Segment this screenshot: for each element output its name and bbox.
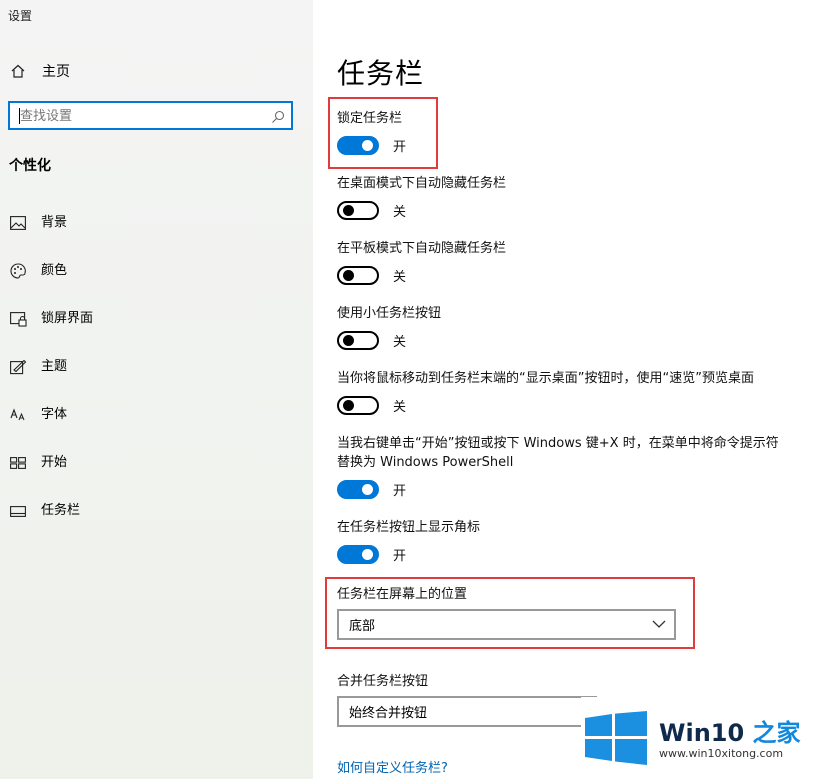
sidebar-item-label: 锁屏界面	[41, 311, 94, 326]
setting-badges: 在任务栏按钮上显示角标 开	[337, 518, 782, 564]
combine-buttons-label: 合并任务栏按钮	[337, 674, 429, 689]
watermark-logo: Win10 之家 www.win10xitong.com	[581, 697, 815, 779]
autohide-tablet-toggle[interactable]	[337, 266, 379, 285]
setting-label: 当你将鼠标移动到任务栏末端的“显示桌面”按钮时，使用“速览”预览桌面	[337, 371, 754, 386]
sidebar-item-fonts[interactable]: 字体	[9, 405, 93, 453]
font-icon	[9, 406, 27, 424]
toggle-knob	[362, 549, 373, 560]
setting-small-buttons: 使用小任务栏按钮 关	[337, 304, 782, 350]
sidebar-item-label: 主题	[41, 359, 68, 374]
sidebar-item-taskbar[interactable]: 任务栏	[9, 501, 93, 549]
setting-powershell: 当我右键单击“开始”按钮或按下 Windows 键+X 时，在菜单中将命令提示符…	[337, 434, 782, 499]
windows-logo-icon	[585, 711, 647, 765]
page-title: 任务栏	[337, 57, 425, 90]
toggle-state: 开	[393, 549, 407, 564]
toggle-knob	[343, 205, 354, 216]
sidebar-item-label: 颜色	[41, 263, 68, 278]
autohide-desktop-toggle[interactable]	[337, 201, 379, 220]
toggle-state: 开	[393, 484, 407, 499]
small-buttons-toggle[interactable]	[337, 331, 379, 350]
nav-home[interactable]: 主页	[10, 61, 70, 81]
sidebar: 设置 主页 个性化 背景 颜色 锁屏界	[0, 0, 313, 779]
palette-icon	[9, 262, 27, 280]
section-title: 个性化	[9, 158, 51, 174]
toggle-knob	[343, 335, 354, 346]
sidebar-item-label: 背景	[41, 215, 68, 230]
toggle-knob	[362, 484, 373, 495]
nav-home-label: 主页	[42, 64, 70, 80]
sidebar-item-themes[interactable]: 主题	[9, 357, 93, 405]
window-title: 设置	[8, 9, 33, 23]
toggle-state: 关	[393, 205, 407, 220]
help-link[interactable]: 如何自定义任务栏?	[337, 757, 448, 776]
setting-autohide-desktop: 在桌面模式下自动隐藏任务栏 关	[337, 174, 782, 220]
toggle-knob	[343, 400, 354, 411]
setting-autohide-tablet: 在平板模式下自动隐藏任务栏 关	[337, 239, 782, 285]
search-input[interactable]	[18, 106, 262, 127]
toggle-state: 关	[393, 270, 407, 285]
toggle-knob	[343, 270, 354, 281]
start-icon	[9, 454, 27, 472]
powershell-toggle[interactable]	[337, 480, 379, 499]
combine-buttons-dropdown[interactable]: 始终合并按钮	[337, 696, 597, 727]
setting-label: 在桌面模式下自动隐藏任务栏	[337, 176, 507, 191]
sidebar-item-lock-screen[interactable]: 锁屏界面	[9, 309, 93, 357]
annotation-box-lock	[328, 97, 438, 169]
sidebar-item-label: 字体	[41, 407, 68, 422]
brand-part-a: Win10	[659, 719, 745, 747]
badges-toggle[interactable]	[337, 545, 379, 564]
brand-part-b: 之家	[744, 719, 801, 747]
lock-screen-icon	[9, 310, 27, 328]
watermark-url: www.win10xitong.com	[659, 747, 784, 760]
setting-label: 在平板模式下自动隐藏任务栏	[337, 241, 507, 256]
search-box[interactable]	[8, 101, 293, 130]
picture-icon	[9, 214, 27, 232]
search-icon[interactable]	[271, 109, 285, 123]
toggle-state: 关	[393, 335, 407, 350]
watermark-brand: Win10 之家	[659, 713, 801, 748]
sidebar-item-colors[interactable]: 颜色	[9, 261, 93, 309]
peek-toggle[interactable]	[337, 396, 379, 415]
sidebar-item-start[interactable]: 开始	[9, 453, 93, 501]
annotation-box-position	[325, 577, 695, 649]
toggle-state: 关	[393, 400, 407, 415]
setting-label: 当我右键单击“开始”按钮或按下 Windows 键+X 时，在菜单中将命令提示符…	[337, 436, 779, 470]
setting-label: 使用小任务栏按钮	[337, 306, 442, 321]
sidebar-item-background[interactable]: 背景	[9, 213, 93, 261]
sidebar-item-label: 开始	[41, 455, 68, 470]
dropdown-value: 始终合并按钮	[349, 706, 428, 721]
setting-label: 在任务栏按钮上显示角标	[337, 520, 481, 535]
home-icon	[10, 63, 26, 79]
nav-list: 背景 颜色 锁屏界面 主题 字体 开始 任务栏	[9, 213, 93, 549]
setting-peek: 当你将鼠标移动到任务栏末端的“显示桌面”按钮时，使用“速览”预览桌面 关	[337, 369, 782, 415]
taskbar-icon	[9, 502, 27, 520]
theme-icon	[9, 358, 27, 376]
sidebar-item-label: 任务栏	[41, 503, 81, 518]
